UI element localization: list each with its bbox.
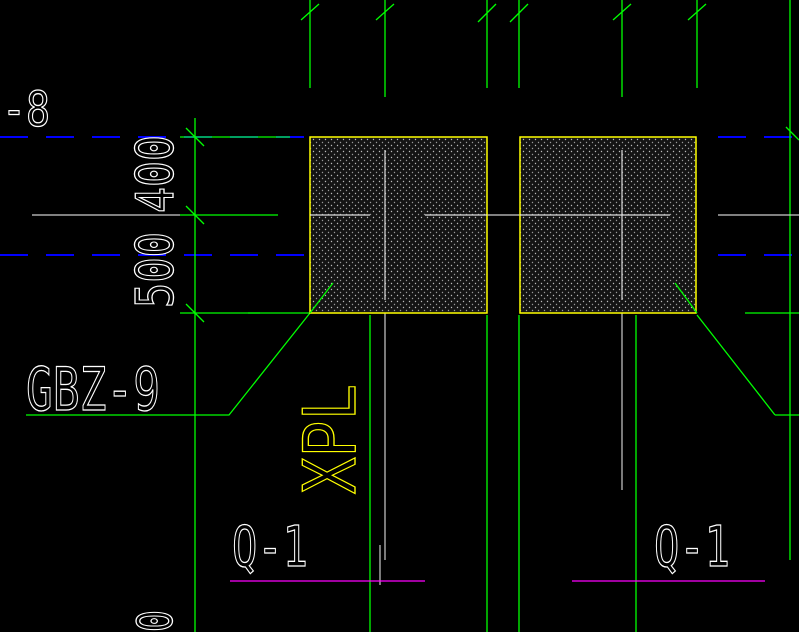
top-left-label: -8 — [2, 82, 50, 138]
column-right[interactable] — [519, 136, 697, 314]
column-left[interactable] — [309, 136, 488, 314]
cad-drawing-canvas: -8 400 500 GBZ-9 XPL Q-1 Q-1 0 — [0, 0, 799, 632]
dimension-upper: 400 — [126, 135, 186, 213]
wall-label-left: Q-1 — [232, 515, 308, 580]
column-tag: GBZ-9 — [26, 355, 160, 425]
dimension-lower: 500 — [126, 232, 186, 308]
beam-tag: XPL — [288, 384, 372, 494]
edge-label-bottom-left: 0 — [128, 610, 184, 632]
wall-label-right: Q-1 — [654, 515, 730, 580]
